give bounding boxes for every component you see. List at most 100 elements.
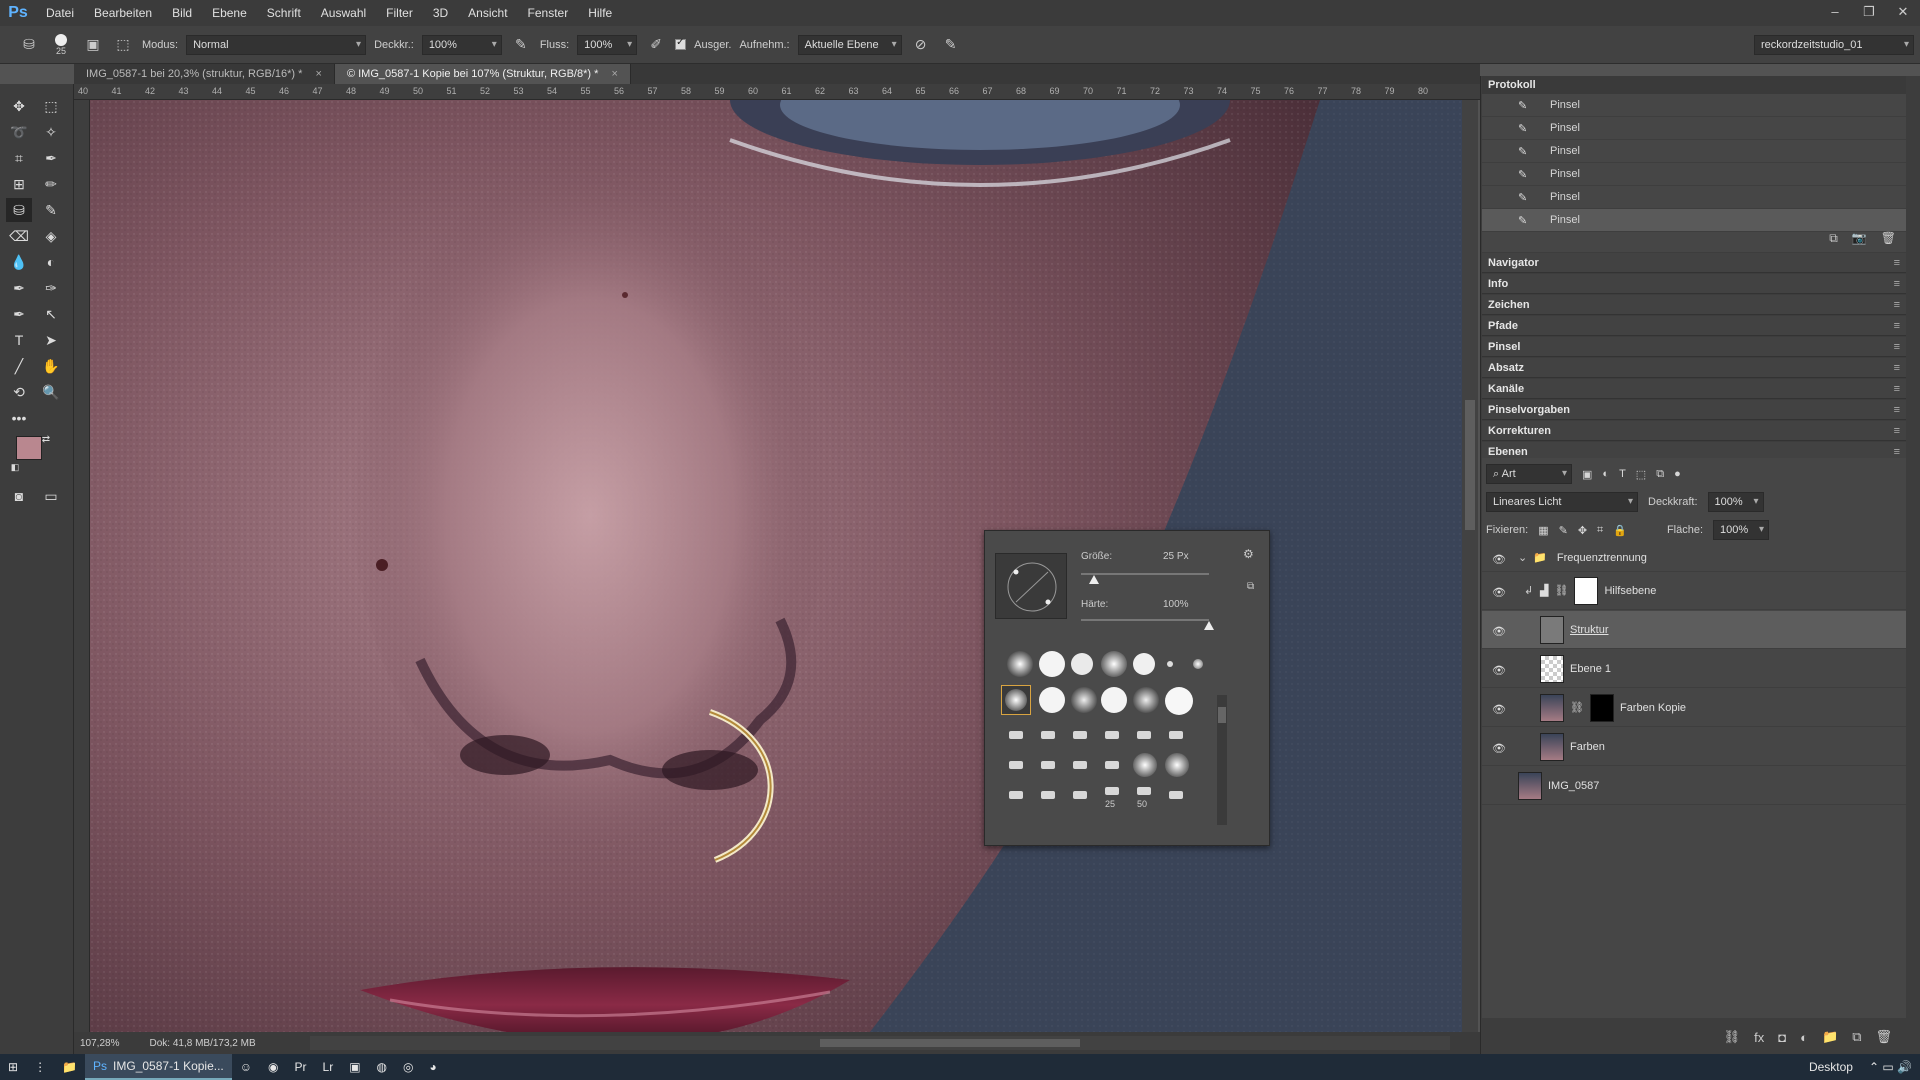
vertical-ruler[interactable] <box>74 100 90 1032</box>
brush-tip[interactable] <box>1105 787 1119 795</box>
menu-datei[interactable]: Datei <box>36 0 84 26</box>
history-step-current[interactable]: ✎ Pinsel <box>1482 209 1906 232</box>
brush-tip[interactable] <box>1133 653 1155 675</box>
type-tool-icon[interactable]: T <box>6 328 32 352</box>
modus-select[interactable]: Normal <box>186 34 367 55</box>
tab-close-icon[interactable]: × <box>611 68 617 80</box>
history-brush-tool-icon[interactable]: ✎ <box>38 198 64 222</box>
crop-tool-icon[interactable]: ⌗ <box>6 146 32 170</box>
brush-tip[interactable] <box>1165 687 1193 715</box>
layer-mask-thumbnail[interactable] <box>1574 576 1599 605</box>
ignore-adjustment-icon[interactable]: ⊘ <box>910 34 932 56</box>
brush-panel-icon[interactable]: ▣ <box>82 34 104 56</box>
visibility-eye-icon[interactable]: 👁 <box>1492 703 1506 716</box>
layer-farben-kopie[interactable]: 👁 ⛓ Farben Kopie <box>1482 689 1906 727</box>
panel-pinselvorgaben[interactable]: Pinselvorgaben ≡ <box>1482 400 1906 420</box>
panel-zeichen[interactable]: Zeichen ≡ <box>1482 295 1906 315</box>
brush-list-scrollbar[interactable] <box>1217 695 1227 825</box>
filter-type-icon[interactable]: T <box>1619 468 1626 480</box>
layer-thumbnail[interactable] <box>1540 654 1564 683</box>
link-icon[interactable]: ⛓ <box>1554 584 1568 597</box>
filter-shape-icon[interactable]: ⬚ <box>1636 468 1646 481</box>
blur-tool-icon[interactable]: 💧 <box>6 250 32 274</box>
brush-tip[interactable] <box>1007 651 1033 677</box>
brush-size-preview[interactable]: 25 <box>48 33 74 56</box>
filter-pixel-icon[interactable]: ▣ <box>1582 468 1592 481</box>
swap-colors-icon[interactable]: ⇄ <box>38 432 54 446</box>
visibility-toggle-hidden[interactable]: 👁 <box>1492 781 1506 791</box>
folder-app-icon[interactable]: ▣ <box>341 1054 368 1080</box>
history-step[interactable]: ✎ Pinsel <box>1482 163 1906 186</box>
tab-img-0587-1[interactable]: IMG_0587-1 bei 20,3% (struktur, RGB/16*)… <box>74 64 335 84</box>
brush-tip[interactable] <box>1193 659 1203 669</box>
eraser-tool-icon[interactable]: ⌫ <box>6 224 32 248</box>
layer-thumbnail[interactable] <box>1540 732 1564 761</box>
link-layers-icon[interactable]: ⛓ <box>1724 1029 1741 1045</box>
history-panel-title[interactable]: Protokoll <box>1482 76 1906 94</box>
brush-tip[interactable] <box>1167 661 1173 667</box>
more-tools-icon[interactable]: ••• <box>6 406 32 430</box>
premiere-icon[interactable]: Pr <box>287 1054 315 1080</box>
rotate-view-icon[interactable]: ⟲ <box>6 380 32 404</box>
clone-source-icon[interactable]: ⬚ <box>112 34 134 56</box>
layer-hilfsebene[interactable]: 👁 ↲ ▟ ⛓ Hilfsebene <box>1482 572 1906 610</box>
marquee-tool-icon[interactable]: ⬚ <box>38 94 64 118</box>
move-tool-icon[interactable]: ✥ <box>6 94 32 118</box>
brush-tool-icon[interactable]: ✏ <box>38 172 64 196</box>
new-group-icon[interactable]: 📁 <box>1822 1029 1838 1045</box>
menu-auswahl[interactable]: Auswahl <box>311 0 376 26</box>
brush-tip[interactable] <box>1073 761 1087 769</box>
browser-icon[interactable]: ◍ <box>369 1054 395 1080</box>
airbrush-icon[interactable]: ✐ <box>645 34 667 56</box>
workspace-select[interactable]: reckordzeitstudio_01 <box>1754 34 1914 55</box>
brush-tip[interactable] <box>1105 731 1119 739</box>
filter-smart-icon[interactable]: ⧉ <box>1656 468 1664 481</box>
blend-mode-select[interactable]: Lineares Licht <box>1486 492 1638 512</box>
layer-struktur[interactable]: 👁 Struktur <box>1482 611 1906 649</box>
menu-3d[interactable]: 3D <box>423 0 458 26</box>
menu-hilfe[interactable]: Hilfe <box>578 0 622 26</box>
new-preset-icon[interactable]: ⧉ <box>1247 581 1254 592</box>
brush-tip[interactable] <box>1009 791 1023 799</box>
panel-info[interactable]: Info ≡ <box>1482 274 1906 294</box>
ausger-checkbox[interactable] <box>675 37 687 50</box>
layer-farben[interactable]: 👁 Farben <box>1482 728 1906 766</box>
horizontal-scrollbar[interactable] <box>310 1036 1450 1050</box>
menu-filter[interactable]: Filter <box>376 0 423 26</box>
layer-thumbnail[interactable] <box>1540 615 1564 644</box>
default-colors-icon[interactable]: ◧ <box>8 460 22 474</box>
size-slider-knob[interactable] <box>1088 575 1099 584</box>
panel-pfade[interactable]: Pfade ≡ <box>1482 316 1906 336</box>
line-tool-icon[interactable]: ╱ <box>6 354 32 378</box>
firefox-icon[interactable]: ◉ <box>260 1054 286 1080</box>
link-icon[interactable]: ⛓ <box>1570 701 1584 714</box>
brush-tip[interactable] <box>1009 761 1023 769</box>
hardness-slider-knob[interactable] <box>1204 621 1214 630</box>
filter-toggle-icon[interactable]: ● <box>1674 468 1681 480</box>
hand-tool-icon[interactable]: ✋ <box>38 354 64 378</box>
close-icon[interactable]: ✕ <box>1886 0 1920 26</box>
panel-kanaele[interactable]: Kanäle ≡ <box>1482 379 1906 399</box>
panel-korrekturen[interactable]: Korrekturen ≡ <box>1482 421 1906 441</box>
layer-img-0587[interactable]: 👁 IMG_0587 <box>1482 767 1906 805</box>
delete-layer-icon[interactable]: 🗑 <box>1875 1029 1892 1045</box>
brush-tip[interactable] <box>1041 731 1055 739</box>
brush-tip[interactable] <box>1133 753 1157 777</box>
scroll-thumb[interactable] <box>1465 400 1475 530</box>
pressure-opacity-icon[interactable]: ✎ <box>510 34 532 56</box>
brush-tip[interactable] <box>1009 731 1023 739</box>
brush-tip[interactable] <box>1039 687 1065 713</box>
tray-icons[interactable]: ⌃ ▭ 🔊 <box>1861 1054 1920 1080</box>
windows-start-icon[interactable]: ⊞ <box>0 1054 26 1080</box>
minimize-icon[interactable]: – <box>1818 0 1852 26</box>
brush-tip[interactable] <box>1133 687 1159 713</box>
zoom-tool-icon[interactable]: 🔍 <box>38 380 64 404</box>
menu-bearbeiten[interactable]: Bearbeiten <box>84 0 162 26</box>
history-step[interactable]: ✎ Pinsel <box>1482 186 1906 209</box>
add-mask-icon[interactable]: ◘ <box>1778 1030 1786 1045</box>
fill-select[interactable]: 100% <box>1713 520 1770 540</box>
brush-tip[interactable] <box>1073 731 1087 739</box>
task-view-icon[interactable]: ⋮ <box>26 1054 54 1080</box>
panel-pinsel[interactable]: Pinsel ≡ <box>1482 337 1906 357</box>
snapshot-icon[interactable]: 📷 <box>1852 231 1867 246</box>
